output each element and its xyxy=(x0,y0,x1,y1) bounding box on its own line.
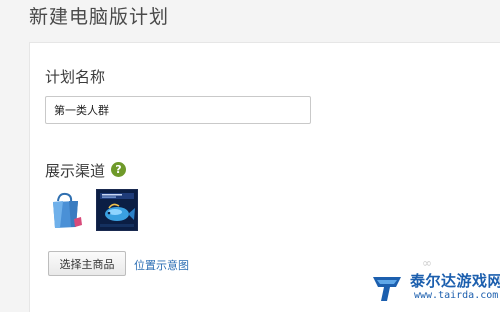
site-watermark: 泰尔达游戏网 www.tairda.com xyxy=(370,268,500,308)
shopping-bag-product-image xyxy=(45,189,87,231)
position-diagram-link[interactable]: 位置示意图 xyxy=(134,257,189,273)
select-main-product-button[interactable]: 选择主商品 xyxy=(48,251,126,276)
watermark-name: 泰尔达游戏网 xyxy=(410,272,500,290)
channel-label: 展示渠道 xyxy=(45,162,106,180)
product-thumbnail-fish[interactable] xyxy=(96,189,138,231)
question-mark-icon[interactable]: ? xyxy=(111,162,126,177)
tairda-logo xyxy=(373,277,401,301)
plan-name-input[interactable] xyxy=(45,96,311,124)
plan-name-label: 计划名称 xyxy=(45,68,106,86)
page-title: 新建电脑版计划 xyxy=(29,6,170,28)
product-thumbnail-bag[interactable] xyxy=(45,189,87,231)
watermark-url: www.tairda.com xyxy=(414,290,499,301)
aquarium-fish-product-image xyxy=(97,190,137,230)
